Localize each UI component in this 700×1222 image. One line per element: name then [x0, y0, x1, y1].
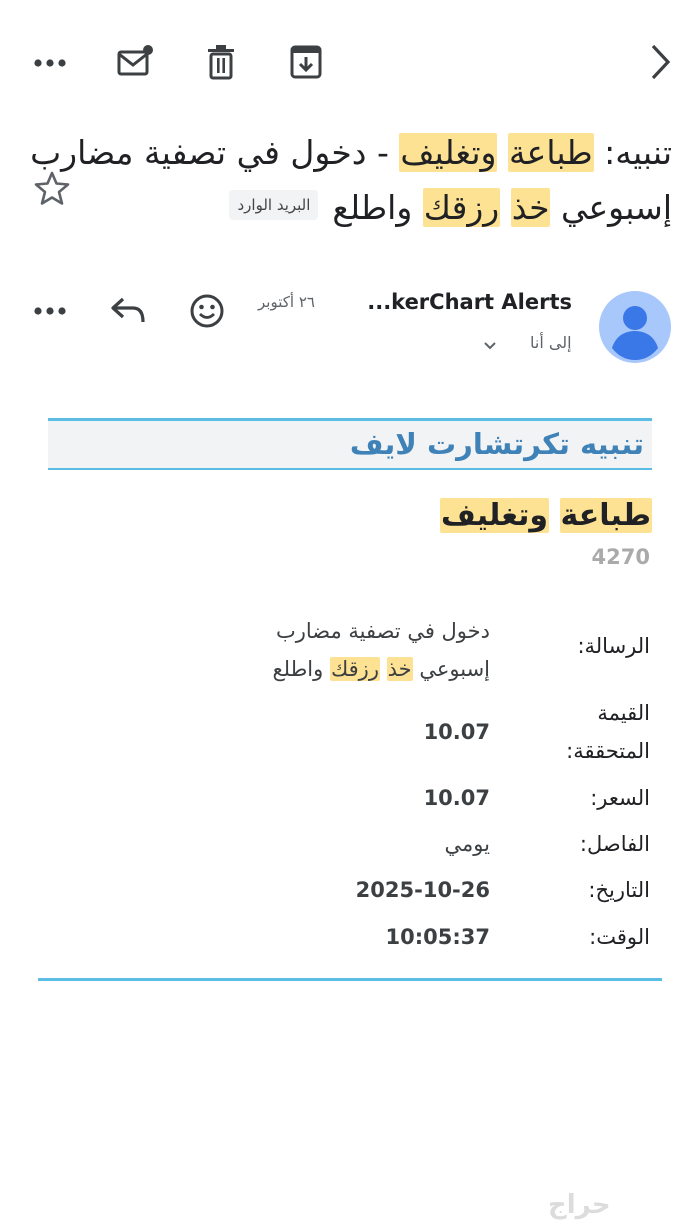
more-options-icon[interactable]	[30, 46, 70, 80]
price-value: 10.07	[423, 786, 490, 810]
sent-date: ٢٦ أكتوبر	[258, 293, 315, 311]
reply-icon[interactable]	[106, 290, 150, 330]
sender-name[interactable]: ...kerChart Alerts	[367, 290, 572, 314]
message-highlight: رزقك	[329, 657, 380, 681]
stock-name: طباعة وتغليف	[440, 495, 652, 537]
target-value: 10.07	[423, 720, 490, 744]
price-label: السعر:	[590, 786, 650, 810]
delete-icon[interactable]	[201, 42, 241, 82]
subject-highlight: طباعة	[507, 133, 594, 172]
message-suffix: واطلع	[272, 657, 330, 681]
inbox-label-chip[interactable]: البريد الوارد	[229, 189, 319, 220]
subject-highlight: وتغليف	[399, 133, 498, 172]
more-options-icon[interactable]	[30, 296, 70, 326]
message-label: الرسالة:	[577, 634, 650, 658]
alert-title: تنبيه تكرتشارت لايف	[349, 427, 644, 461]
subject-suffix: واطلع	[332, 188, 423, 227]
avatar[interactable]	[598, 290, 672, 364]
footer-divider	[38, 978, 662, 981]
date-value: 2025-10-26	[355, 878, 490, 902]
interval-value: يومي	[444, 832, 490, 856]
time-label: الوقت:	[589, 925, 650, 949]
subject-prefix: تنبيه:	[593, 133, 672, 172]
recipient-label[interactable]: إلى أنا	[530, 333, 572, 352]
emoji-reaction-icon[interactable]	[186, 290, 228, 332]
stock-code: 4270	[591, 545, 650, 569]
message-highlight: خذ	[386, 657, 413, 681]
chevron-down-icon[interactable]	[480, 336, 500, 356]
stock-name-highlight: طباعة	[559, 498, 652, 533]
archive-icon[interactable]	[286, 42, 326, 82]
interval-label: الفاصل:	[579, 832, 650, 856]
stock-name-highlight: وتغليف	[440, 498, 550, 533]
message-value: دخول في تصفية مضارب إسبوعي خذ رزقك واطلع	[200, 612, 490, 688]
target-value-label-line1: القيمة	[597, 701, 650, 725]
date-label: التاريخ:	[588, 878, 650, 902]
time-value: 10:05:37	[385, 925, 490, 949]
subject-highlight: خذ	[510, 188, 551, 227]
chevron-right-icon[interactable]	[640, 40, 680, 84]
subject-highlight: رزقك	[422, 188, 501, 227]
email-subject: تنبيه: طباعة وتغليف - دخول في تصفية مضار…	[30, 125, 672, 235]
target-value-label-line2: المتحققة:	[566, 739, 650, 763]
mark-unread-icon[interactable]	[113, 42, 157, 82]
watermark: حراج	[548, 1190, 611, 1220]
alert-header-bar: تنبيه تكرتشارت لايف	[48, 418, 652, 470]
